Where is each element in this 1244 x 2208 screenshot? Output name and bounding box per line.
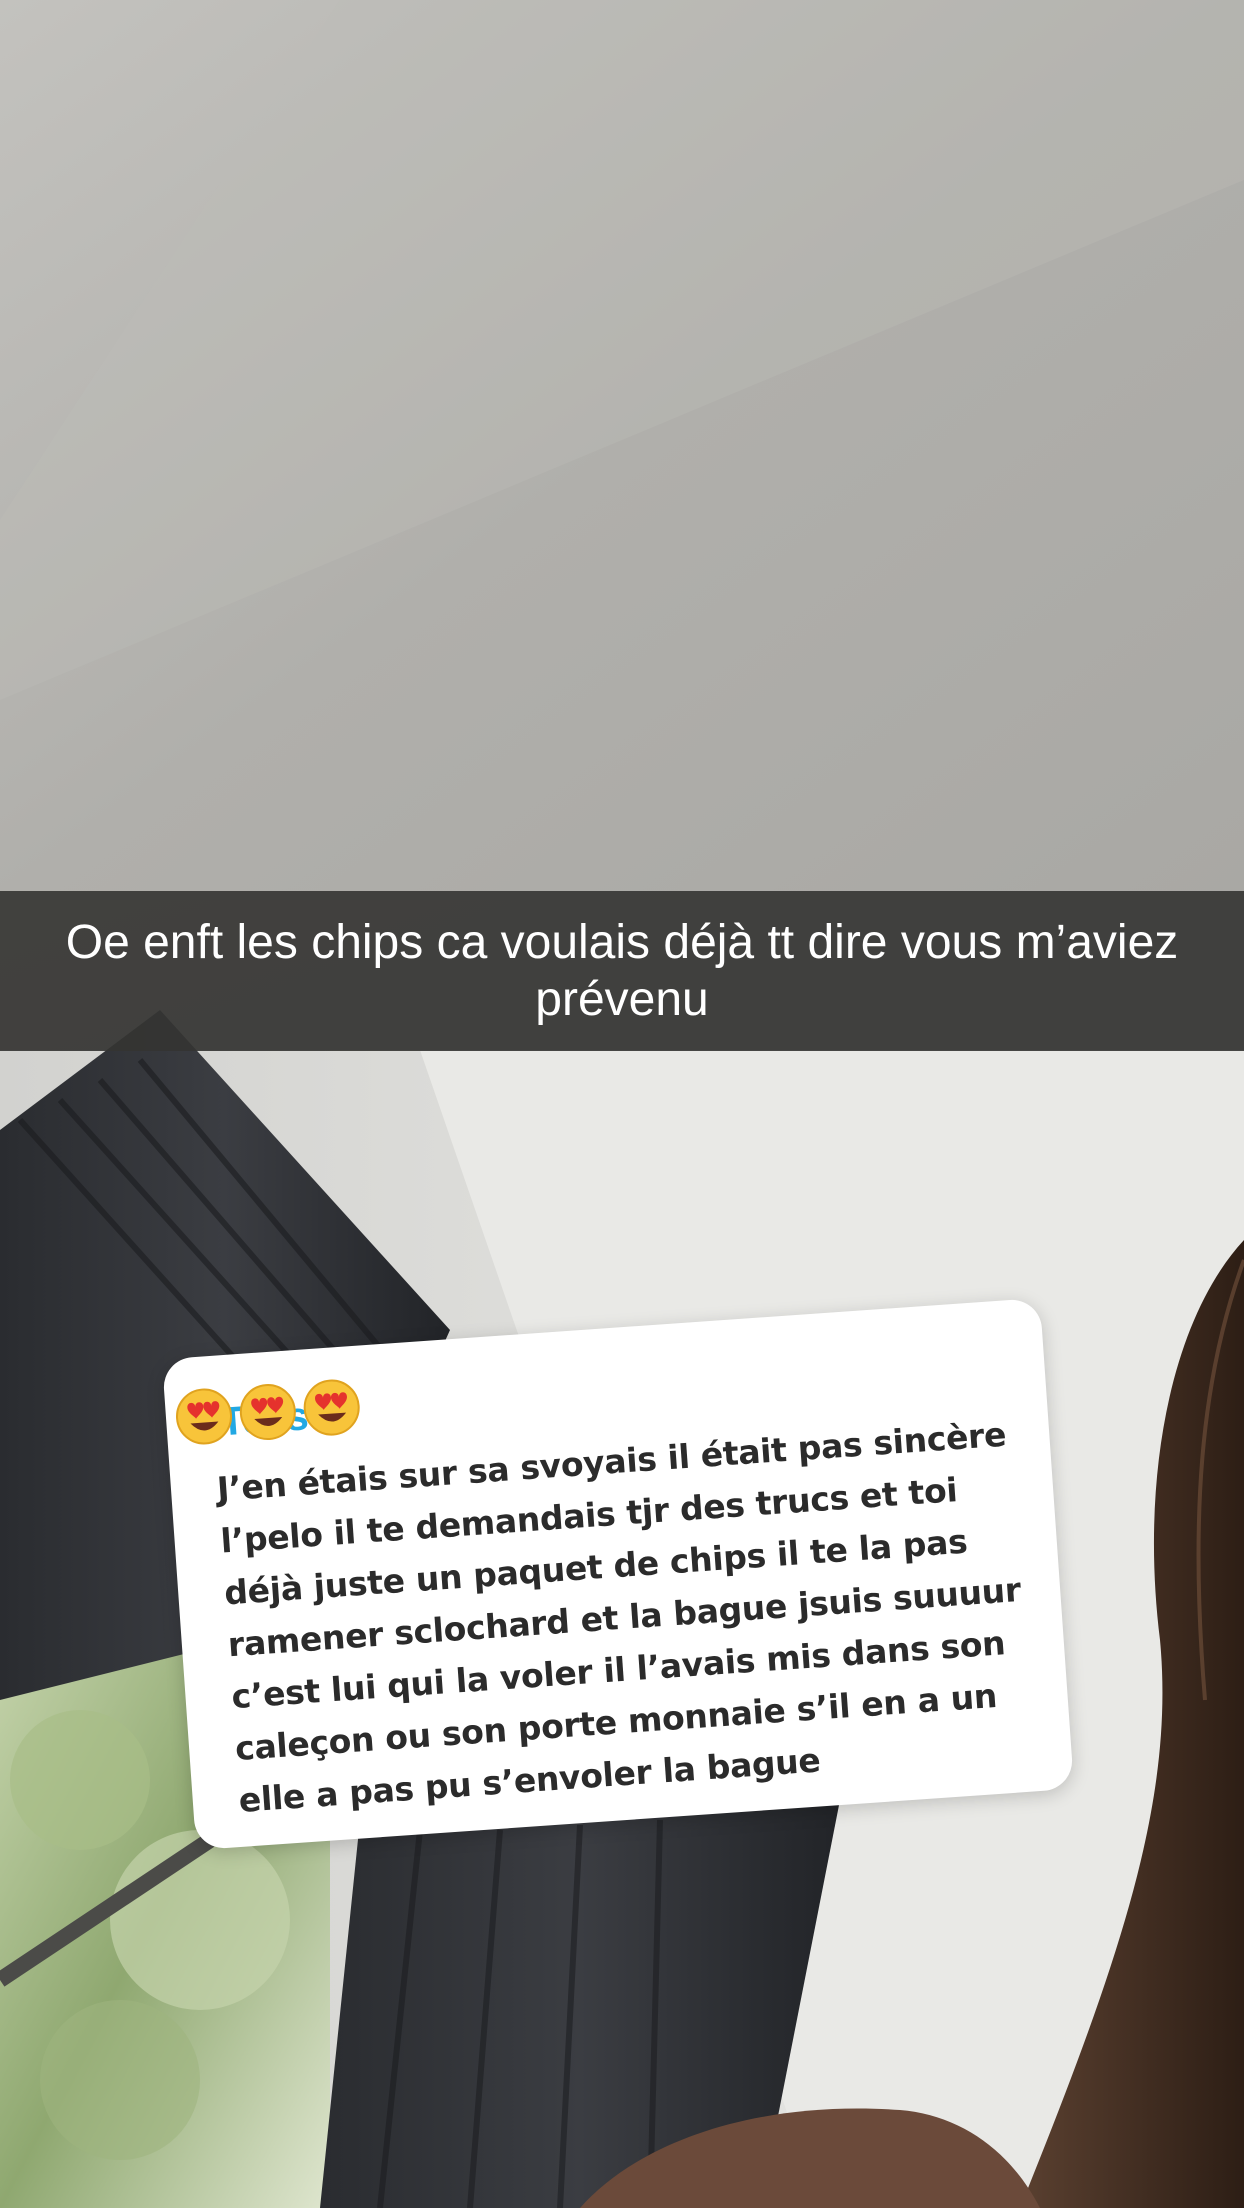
heart-eyes-emoji — [239, 1384, 296, 1441]
photo-backdrop — [0, 0, 1244, 2208]
emoji-row — [172, 1376, 364, 1449]
snap-photo: Oe enft les chips ca voulais déjà tt dir… — [0, 0, 1244, 2208]
caption-bar[interactable]: Oe enft les chips ca voulais déjà tt dir… — [0, 891, 1244, 1051]
card-header: Tess — [172, 1376, 364, 1449]
caption-text: Oe enft les chips ca voulais déjà tt dir… — [65, 916, 1179, 1026]
reply-sticker-card[interactable]: Tess — [161, 1297, 1075, 1851]
ceiling — [0, 0, 1244, 900]
heart-eyes-emoji — [303, 1379, 360, 1436]
heart-eyes-emoji — [176, 1388, 233, 1445]
reply-message-text: J’en étais sur sa svoyais il était pas s… — [215, 1414, 1023, 1820]
